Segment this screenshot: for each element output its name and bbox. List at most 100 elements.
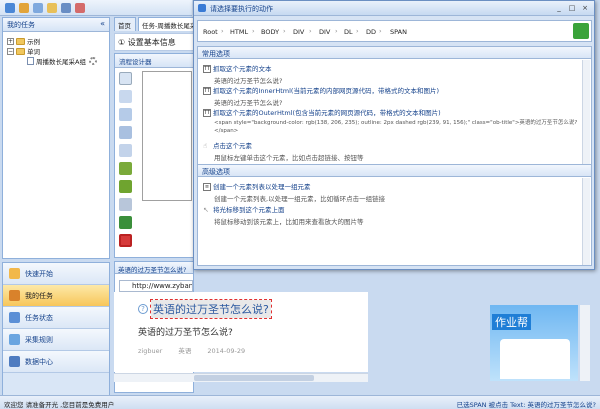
maximize-button[interactable]: □ — [567, 3, 577, 13]
list-icon[interactable] — [33, 3, 43, 13]
option-click-element[interactable]: ☝ 点击这个元素 用鼠标左键单击这个元素，比如点击超链接、按钮等 — [203, 140, 364, 162]
crumb-body[interactable]: BODY — [261, 28, 279, 36]
setting-step-bar[interactable]: ① 设置基本信息 — [114, 33, 194, 51]
option-description: 英语的过万圣节怎么说? — [214, 77, 283, 85]
nav-quick-start[interactable]: 快速开始 — [3, 263, 109, 285]
advanced-options-header: 高级选项 — [198, 165, 591, 177]
designer-title: 流程设计器 — [119, 58, 152, 66]
dialog-title: 请选择要执行的动作 — [210, 5, 273, 13]
ad-banner[interactable]: 作业帮 — [490, 305, 578, 381]
option-label: 将光标移到这个元素上面 — [213, 206, 285, 214]
flow-designer: 流程设计器 — [114, 53, 194, 258]
scroll-thumb[interactable] — [194, 375, 314, 381]
gear-icon[interactable] — [88, 57, 97, 65]
my-tasks-header: 我的任务 « — [3, 18, 109, 32]
app-icon — [198, 4, 206, 12]
nav-label: 快速开始 — [25, 269, 53, 278]
nav-my-tasks[interactable]: 我的任务 — [3, 285, 109, 307]
question-title[interactable]: 英语的过万圣节怎么说? — [150, 299, 272, 319]
home-icon[interactable] — [19, 3, 29, 13]
answer-text[interactable]: 英语的过万圣节怎么说? — [138, 325, 233, 338]
option-description: 用鼠标左键单击这个元素，比如点击超链接、按钮等 — [214, 154, 364, 162]
crumb-dl[interactable]: DL — [344, 28, 353, 36]
flow-canvas[interactable] — [142, 71, 192, 201]
text-icon: TT — [203, 65, 211, 73]
top-toolbar — [0, 0, 192, 16]
execute-icon[interactable] — [573, 23, 589, 39]
collapse-icon[interactable]: « — [100, 19, 105, 28]
tree-item-label: 周播数长尾采A组 — [36, 58, 86, 66]
url-field[interactable]: http://www.zybang.com — [119, 280, 193, 292]
list-icon: ≡ — [203, 183, 211, 191]
refresh-tool-icon[interactable] — [119, 162, 132, 175]
document-icon — [27, 57, 34, 65]
option-extract-text[interactable]: TT 抓取这个元素的文本 英语的过万圣节怎么说? — [203, 63, 282, 85]
option-create-list[interactable]: ≡ 创建一个元素列表以处理一组元素 创建一个元素列表,以处理一组元素，比如循环点击… — [203, 181, 385, 203]
minimize-button[interactable]: _ — [554, 3, 564, 13]
close-button[interactable]: × — [580, 3, 590, 13]
tree-item-words[interactable]: − 单词 — [7, 46, 105, 56]
crumb-html[interactable]: HTML — [230, 28, 248, 36]
cursor-tool-icon[interactable] — [119, 72, 132, 85]
crumb-separator: › — [356, 27, 359, 35]
edit-icon[interactable] — [47, 3, 57, 13]
expand-icon[interactable]: + — [7, 37, 14, 45]
crumb-separator: › — [252, 27, 255, 35]
element-path-breadcrumb: Root › HTML › BODY › DIV › DIV › DL › DD… — [197, 20, 592, 42]
pointer-tool-icon[interactable] — [119, 90, 132, 103]
text-icon: TT — [203, 87, 211, 95]
page-vertical-scrollbar[interactable] — [580, 305, 590, 381]
option-description: 英语的过万圣节怎么说? — [214, 99, 283, 107]
nav-data-center[interactable]: 数据中心 — [3, 351, 109, 373]
option-extract-outerhtml[interactable]: TT 抓取这个元素的OuterHtml(包含当前元素的网页源代码，带格式的文本和图… — [203, 107, 583, 135]
nav-label: 采集规则 — [25, 335, 53, 344]
designer-toolbox — [119, 72, 135, 252]
loop-tool-icon[interactable] — [119, 144, 132, 157]
tree-item-task[interactable]: 周播数长尾采A组 — [7, 56, 105, 66]
tab-task[interactable]: 任务-周播数长尾采A组 — [138, 17, 194, 31]
browser-tab[interactable]: 英语的过万圣节怎么说? — [115, 262, 193, 274]
crumb-div[interactable]: DIV — [293, 28, 304, 36]
rules-icon — [9, 334, 20, 345]
tab-strip: 首页 任务-周播数长尾采A组 — [114, 17, 194, 31]
question-meta: zigbuer 英语 2014-09-29 — [138, 347, 246, 355]
database-icon — [9, 356, 20, 367]
nav-task-status[interactable]: 任务状态 — [3, 307, 109, 329]
nav-collect-rules[interactable]: 采集规则 — [3, 329, 109, 351]
option-label: 抓取这个元素的InnerHtml(当前元素的内部网页源代码，带格式的文本和图片) — [213, 87, 439, 95]
mouse-tool-icon[interactable] — [119, 198, 132, 211]
settings-icon[interactable] — [75, 3, 85, 13]
crumb-dd[interactable]: DD — [366, 28, 376, 36]
stop-tool-icon[interactable] — [119, 234, 132, 247]
text-tool-icon[interactable] — [119, 180, 132, 193]
crumb-div-2[interactable]: DIV — [319, 28, 330, 36]
ad-image — [500, 339, 570, 379]
task-tree: + 示例 − 单词 周播数长尾采A组 — [3, 32, 109, 70]
common-options-scrollbar[interactable] — [582, 60, 590, 167]
tab-home[interactable]: 首页 — [114, 17, 136, 31]
crumb-span[interactable]: SPAN — [390, 28, 407, 36]
horizontal-scrollbar[interactable] — [114, 373, 368, 382]
user-icon[interactable] — [5, 3, 15, 13]
status-left-text: 欢迎您 请准备开光 ,您目前是免费用户 — [4, 401, 115, 409]
extract-tool-icon[interactable] — [119, 126, 132, 139]
url-text: http://www.zybang.com — [132, 282, 193, 290]
my-tasks-title: 我的任务 — [7, 21, 35, 29]
collapse-tree-icon[interactable]: − — [7, 47, 14, 55]
input-tool-icon[interactable] — [119, 108, 132, 121]
download-icon[interactable] — [61, 3, 71, 13]
option-hover-element[interactable]: ↖ 将光标移到这个元素上面 将鼠标移动到该元素上，比如用来查看放大的图片等 — [203, 204, 364, 226]
designer-header: 流程设计器 — [115, 54, 193, 68]
status-right-text: 已选SPAN 被点击 Text: 英语的过万圣节怎么说? — [456, 401, 596, 409]
dialog-titlebar: 请选择要执行的动作 _ □ × — [194, 1, 594, 16]
ad-title: 作业帮 — [492, 314, 531, 330]
advanced-options-scrollbar[interactable] — [582, 178, 590, 265]
option-extract-innerhtml[interactable]: TT 抓取这个元素的InnerHtml(当前元素的内部网页源代码，带格式的文本和图… — [203, 85, 439, 107]
branch-tool-icon[interactable] — [119, 216, 132, 229]
crumb-root[interactable]: Root — [203, 28, 218, 36]
nav-label: 任务状态 — [25, 313, 53, 322]
tab-label: 首页 — [118, 22, 131, 30]
folder-icon — [16, 37, 25, 45]
nav-list: 快速开始 我的任务 任务状态 采集规则 数据中心 — [2, 262, 110, 396]
tree-item-example[interactable]: + 示例 — [7, 36, 105, 46]
